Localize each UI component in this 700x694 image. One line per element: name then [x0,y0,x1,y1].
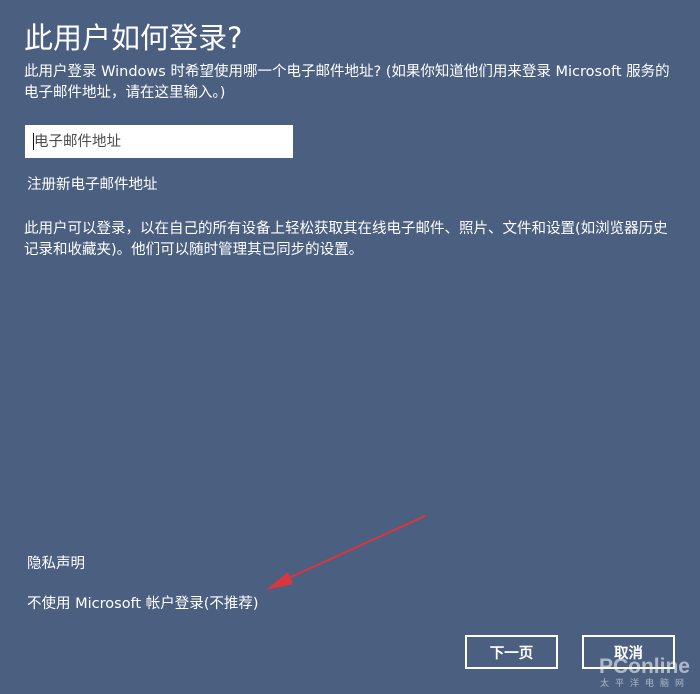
privacy-statement-link[interactable]: 隐私声明 [27,554,85,574]
watermark-brand: PConline [598,655,690,678]
watermark-logo: PConline 太平洋电脑网 [598,655,690,689]
page-title: 此用户如何登录? [24,21,243,55]
annotation-arrow-icon [266,515,426,590]
next-button[interactable]: 下一页 [465,635,558,669]
watermark-subtitle: 太平洋电脑网 [599,678,690,688]
description-text: 此用户登录 Windows 时希望使用哪一个电子邮件地址? (如果你知道他们用来… [24,64,670,101]
text-cursor [33,133,34,150]
info-text: 此用户可以登录，以在自己的所有设备上轻松获取其在线电子邮件、照片、文件和设置(如… [24,221,668,258]
no-microsoft-account-link[interactable]: 不使用 Microsoft 帐户登录(不推荐) [27,594,259,614]
email-input[interactable] [25,125,293,158]
register-email-link[interactable]: 注册新电子邮件地址 [27,175,158,195]
